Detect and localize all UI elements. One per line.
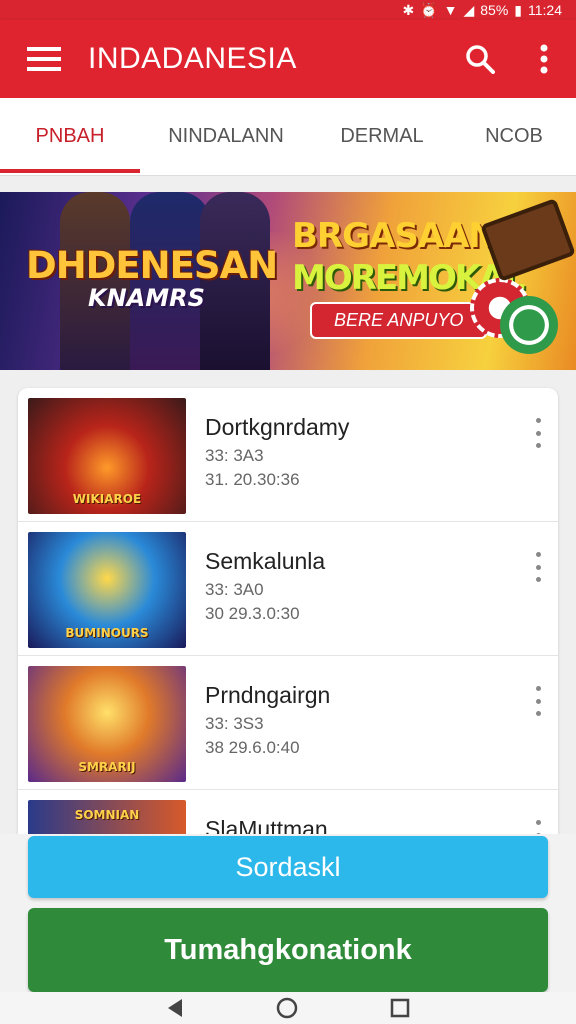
tab-bar: PNBAH NINDALANN DERMAL NCOB xyxy=(0,98,576,176)
banner-cta[interactable]: BERE ANPUYO xyxy=(310,302,488,339)
home-icon[interactable] xyxy=(276,997,298,1019)
wifi-icon: ▼ xyxy=(443,2,458,18)
app-bar: INDADANESIA xyxy=(0,20,576,98)
game-thumbnail: BUMINOURS xyxy=(28,532,186,648)
promo-banner[interactable]: DHDENESAN KNAMRS BRGASAANIAN MOREMOKAL B… xyxy=(0,192,576,370)
game-list: WIKIAROE Dortkgnrdamy 33: 3A3 31. 20.30:… xyxy=(18,388,558,848)
item-more-icon[interactable] xyxy=(530,686,546,716)
app-title: INDADANESIA xyxy=(88,42,297,75)
game-date: 31. 20.30:36 xyxy=(205,470,300,489)
list-item[interactable]: SMRARIJ Prndngairgn 33: 3S3 38 29.6.0:40 xyxy=(18,656,558,790)
tab-pnbah[interactable]: PNBAH xyxy=(0,98,140,175)
menu-icon xyxy=(27,47,61,71)
banner-left-subtitle: KNAMRS xyxy=(88,284,205,312)
battery-icon: ▮ xyxy=(514,1,522,18)
search-icon xyxy=(466,45,495,74)
play-chip-icon xyxy=(500,296,558,354)
back-icon[interactable] xyxy=(166,998,184,1018)
game-thumbnail: SMRARIJ xyxy=(28,666,186,782)
tab-nindalann[interactable]: NINDALANN xyxy=(140,98,312,175)
item-more-icon[interactable] xyxy=(530,418,546,448)
alarm-status-icon: ⏰ xyxy=(420,1,438,18)
tab-dermal[interactable]: DERMAL xyxy=(312,98,452,175)
more-vert-icon xyxy=(540,44,548,74)
list-item[interactable]: BUMINOURS Semkalunla 33: 3A0 30 29.3.0:3… xyxy=(18,522,558,656)
recents-icon[interactable] xyxy=(390,998,410,1018)
banner-left-title: DHDENESAN xyxy=(26,244,278,287)
game-date: 38 29.6.0:40 xyxy=(205,738,300,757)
item-more-icon[interactable] xyxy=(530,552,546,582)
system-nav-bar xyxy=(0,992,576,1024)
game-title: Dortkgnrdamy xyxy=(205,414,350,440)
list-item[interactable]: WIKIAROE Dortkgnrdamy 33: 3A3 31. 20.30:… xyxy=(18,388,558,522)
battery-percent: 85% xyxy=(480,2,509,18)
menu-button[interactable] xyxy=(0,20,88,98)
game-date: 30 29.3.0:30 xyxy=(205,604,300,623)
game-meta: 33: 3S3 xyxy=(205,714,264,733)
game-meta: 33: 3A3 xyxy=(205,446,264,465)
signal-icon: ◢ xyxy=(463,1,475,18)
game-title: Prndngairgn xyxy=(205,682,331,708)
clock: 11:24 xyxy=(528,2,562,18)
tab-ncob[interactable]: NCOB xyxy=(452,98,576,175)
settings-status-icon: ✱ xyxy=(402,1,415,18)
status-bar: ✱ ⏰ ▼ ◢ 85% ▮ 11:24 xyxy=(0,0,576,20)
search-button[interactable] xyxy=(448,20,512,98)
game-meta: 33: 3A0 xyxy=(205,580,264,599)
game-thumbnail: WIKIAROE xyxy=(28,398,186,514)
overflow-menu-button[interactable] xyxy=(512,20,576,98)
game-title: Semkalunla xyxy=(205,548,326,574)
primary-button[interactable]: Sordaskl xyxy=(28,836,548,898)
bottom-actions: Sordaskl Tumahgkonationk xyxy=(0,834,576,994)
secondary-button[interactable]: Tumahgkonationk xyxy=(28,908,548,992)
